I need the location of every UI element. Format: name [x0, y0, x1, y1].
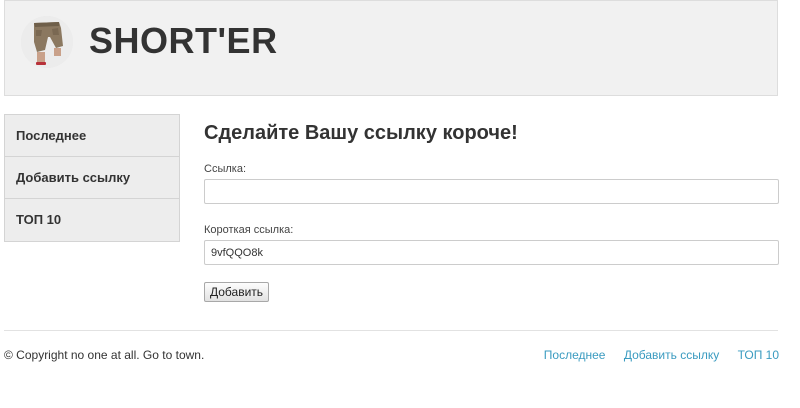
site-header: SHORT'ER: [4, 0, 778, 96]
footer-nav: Последнее Добавить ссылку ТОП 10: [544, 348, 779, 362]
copyright-text: © Copyright no one at all. Go to town.: [4, 348, 205, 362]
page-title: Сделайте Вашу ссылку короче!: [204, 122, 518, 144]
site-title[interactable]: SHORT'ER: [89, 20, 278, 62]
footer-link-latest[interactable]: Последнее: [544, 348, 606, 362]
short-link-input[interactable]: [204, 240, 779, 265]
footer-divider: [4, 330, 778, 331]
sidebar-nav: Последнее Добавить ссылку ТОП 10: [4, 114, 180, 242]
sidebar-item-add-link[interactable]: Добавить ссылку: [5, 157, 179, 199]
short-link-field-label: Короткая ссылка:: [204, 224, 294, 236]
shorts-logo[interactable]: [21, 16, 73, 68]
footer-link-add-link[interactable]: Добавить ссылку: [624, 348, 719, 362]
add-button[interactable]: Добавить: [204, 282, 270, 302]
link-field-label: Ссылка:: [204, 163, 246, 175]
footer-link-top10[interactable]: ТОП 10: [738, 348, 779, 362]
sidebar-item-top10[interactable]: ТОП 10: [5, 199, 179, 241]
main-content: Сделайте Вашу ссылку короче! Ссылка: Кор…: [204, 119, 779, 302]
link-input[interactable]: [204, 179, 779, 204]
shorts-logo-image: [21, 16, 73, 68]
sidebar-item-latest[interactable]: Последнее: [5, 115, 179, 157]
